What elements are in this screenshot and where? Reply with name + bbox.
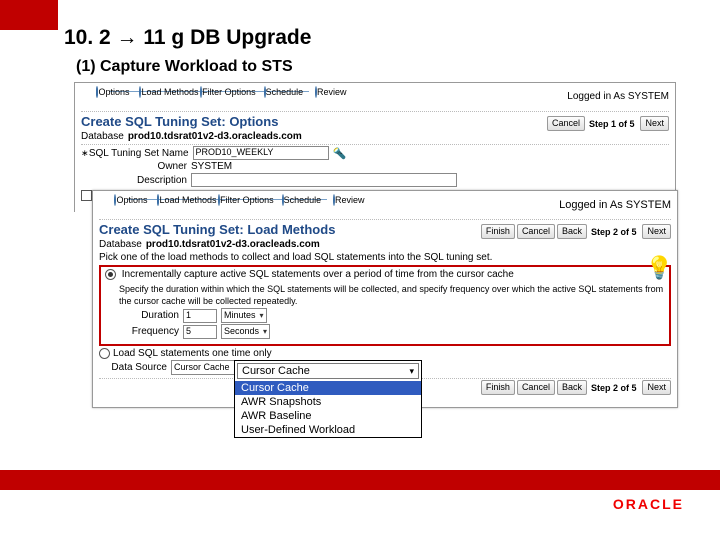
slide-title: 10. 2 → 11 g DB Upgrade <box>64 26 311 50</box>
next-button-bottom[interactable]: Next <box>642 380 671 395</box>
dropdown-option-awr-baseline[interactable]: AWR Baseline <box>235 409 421 423</box>
dropdown-option-cursor-cache[interactable]: Cursor Cache <box>235 381 421 395</box>
load-methods-instruction: Pick one of the load methods to collect … <box>99 252 671 263</box>
dropdown-selected[interactable]: Cursor Cache ▾ <box>237 363 419 379</box>
cancel-button-1[interactable]: Cancel <box>547 116 585 131</box>
slide-subtitle: (1) Capture Workload to STS <box>76 58 293 76</box>
incremental-radio[interactable] <box>105 269 116 280</box>
duration-label: Duration <box>119 310 183 321</box>
step2-review: Review <box>335 195 365 205</box>
data-source-label: Data Source <box>107 362 171 373</box>
next-button-1[interactable]: Next <box>640 116 669 131</box>
description-label: Description <box>87 175 191 186</box>
data-source-dropdown: Cursor Cache ▾ Cursor Cache AWR Snapshot… <box>234 360 422 438</box>
sts-name-input[interactable]: PROD10_WEEKLY <box>193 146 329 160</box>
cancel-button-bottom[interactable]: Cancel <box>517 380 555 395</box>
db-label-1: Database <box>81 131 124 142</box>
wizard-train-1: Options Load Methods Filter Options Sche… <box>75 87 675 109</box>
step-options: Options <box>98 87 129 97</box>
step-load-methods: Load Methods <box>141 87 198 97</box>
red-corner-decoration <box>0 0 58 30</box>
incremental-detail: Specify the duration within which the SQ… <box>119 283 665 307</box>
step-indicator-2: Step 2 of 5 <box>591 227 637 237</box>
oracle-logo: ORACLE <box>613 496 684 512</box>
dropdown-caret-icon: ▾ <box>409 366 414 377</box>
finish-button-bottom[interactable]: Finish <box>481 380 515 395</box>
wizard-train-2: Options Load Methods Filter Options Sche… <box>93 195 677 217</box>
frequency-label: Frequency <box>119 326 183 337</box>
description-input[interactable] <box>191 173 457 187</box>
owner-label: Owner <box>87 161 191 172</box>
step2-load-methods: Load Methods <box>159 195 216 205</box>
flashlight-icon[interactable]: 🔦 <box>333 147 347 160</box>
lightbulb-icon: 💡 <box>646 255 673 281</box>
back-button-bottom[interactable]: Back <box>557 380 587 395</box>
onetime-radio[interactable] <box>99 348 110 359</box>
step2-filter-options: Filter Options <box>220 195 274 205</box>
footer-bar <box>0 470 720 490</box>
incremental-label: Incrementally capture active SQL stateme… <box>122 269 514 280</box>
db-value-2: prod10.tdsrat01v2-d3.oracleads.com <box>146 239 320 250</box>
step-indicator-1: Step 1 of 5 <box>589 119 635 129</box>
step-indicator-bottom: Step 2 of 5 <box>591 383 637 393</box>
duration-input[interactable]: 1 <box>183 309 217 323</box>
step2-schedule: Schedule <box>284 195 322 205</box>
dropdown-option-awr-snapshots[interactable]: AWR Snapshots <box>235 395 421 409</box>
cancel-button-2[interactable]: Cancel <box>517 224 555 239</box>
step-filter-options: Filter Options <box>202 87 256 97</box>
step-review: Review <box>317 87 347 97</box>
dropdown-option-user-defined[interactable]: User-Defined Workload <box>235 423 421 437</box>
next-button-2[interactable]: Next <box>642 224 671 239</box>
step2-options: Options <box>116 195 147 205</box>
onetime-label: Load SQL statements one time only <box>113 348 272 359</box>
empty-sts-checkbox[interactable] <box>81 190 92 201</box>
db-value-1: prod10.tdsrat01v2-d3.oracleads.com <box>128 131 302 142</box>
sts-name-label: SQL Tuning Set Name <box>89 148 193 159</box>
login-text-2: Logged in As SYSTEM <box>559 199 671 211</box>
duration-unit-select[interactable]: Minutes▾ <box>221 308 267 323</box>
frequency-unit-select[interactable]: Seconds▾ <box>221 324 270 339</box>
db-label-2: Database <box>99 239 142 250</box>
login-text-1: Logged in As SYSTEM <box>567 91 669 102</box>
frequency-input[interactable]: 5 <box>183 325 217 339</box>
owner-value: SYSTEM <box>191 161 232 172</box>
step-schedule: Schedule <box>266 87 304 97</box>
back-button-top[interactable]: Back <box>557 224 587 239</box>
highlighted-option-box: Incrementally capture active SQL stateme… <box>99 265 671 346</box>
finish-button[interactable]: Finish <box>481 224 515 239</box>
